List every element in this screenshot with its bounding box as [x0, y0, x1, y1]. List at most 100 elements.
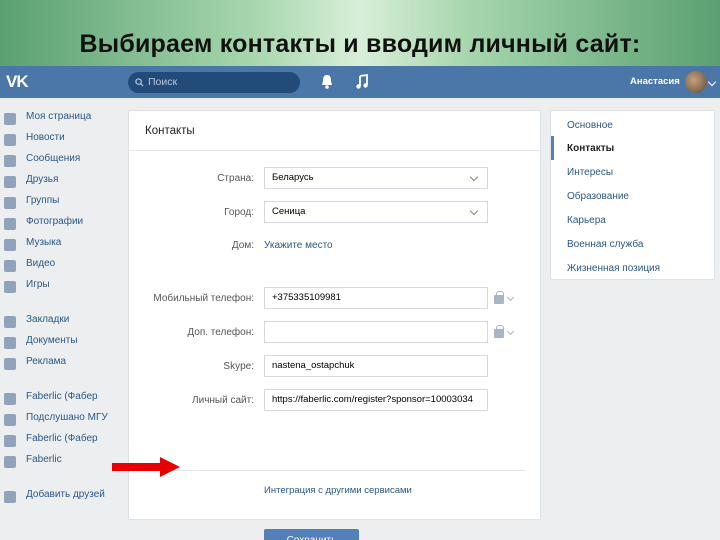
- sidebar-item-label: Музыка: [26, 237, 62, 248]
- home-place-link[interactable]: Укажите место: [264, 240, 333, 251]
- news-icon: [4, 134, 16, 146]
- sidebar-item-music[interactable]: Музыка: [0, 236, 120, 254]
- sidebar-item-label: Фотографии: [26, 216, 84, 227]
- nav-item-contacts[interactable]: Контакты: [567, 143, 614, 154]
- sidebar-item-add-friends[interactable]: Добавить друзей: [0, 488, 120, 506]
- country-label: Страна:: [217, 173, 254, 184]
- sidebar-item-community-3[interactable]: Faberlic (Фабер: [0, 432, 120, 450]
- chevron-down-icon[interactable]: [707, 77, 717, 87]
- group-icon: [4, 197, 16, 209]
- search-input[interactable]: Поиск: [128, 72, 300, 93]
- home-label: Дом:: [231, 240, 254, 251]
- sidebar-item-label: Документы: [26, 335, 78, 346]
- sidebar-item-photos[interactable]: Фотографии: [0, 215, 120, 233]
- sidebar-item-label: Faberlic: [26, 454, 62, 465]
- country-value: Беларусь: [272, 172, 314, 183]
- nav-item-interests[interactable]: Интересы: [567, 167, 613, 178]
- group-icon: [4, 435, 16, 447]
- chevron-down-icon[interactable]: [506, 327, 515, 336]
- group-icon: [4, 414, 16, 426]
- vk-logo[interactable]: VK: [6, 72, 34, 92]
- divider: [145, 470, 525, 471]
- sidebar-item-friends[interactable]: Друзья: [0, 173, 120, 191]
- sidebar-item-label: Faberlic (Фабер: [26, 433, 98, 444]
- sidebar-item-label: Подслушано МГУ: [26, 412, 108, 423]
- document-icon: [4, 337, 16, 349]
- group-icon: [4, 393, 16, 405]
- chevron-down-icon[interactable]: [506, 293, 515, 302]
- video-icon: [4, 260, 16, 272]
- sidebar-item-ads[interactable]: Реклама: [0, 355, 120, 373]
- country-select[interactable]: Беларусь: [264, 167, 488, 189]
- save-button[interactable]: Сохранить: [264, 529, 359, 540]
- settings-nav: Основное Контакты Интересы Образование К…: [550, 110, 715, 280]
- sidebar-item-community-1[interactable]: Faberlic (Фабер: [0, 390, 120, 408]
- sidebar-item-news[interactable]: Новости: [0, 131, 120, 149]
- card-title: Контакты: [145, 125, 195, 137]
- nav-item-career[interactable]: Карьера: [567, 215, 606, 226]
- sidebar-item-video[interactable]: Видео: [0, 257, 120, 275]
- sidebar-item-my-page[interactable]: Моя страница: [0, 110, 120, 128]
- divider: [129, 150, 540, 151]
- mobile-phone-input[interactable]: +375335109981: [264, 287, 488, 309]
- music-icon[interactable]: [355, 74, 369, 90]
- nav-item-military[interactable]: Военная служба: [567, 239, 643, 250]
- lock-icon[interactable]: [494, 291, 504, 304]
- apps-icon: [4, 491, 16, 503]
- city-value: Сеница: [272, 206, 306, 217]
- skype-input[interactable]: nastena_ostapchuk: [264, 355, 488, 377]
- slide-title: Выбираем контакты и вводим личный сайт:: [79, 30, 641, 58]
- sidebar-item-label: Моя страница: [26, 111, 92, 122]
- extra-phone-input[interactable]: [264, 321, 488, 343]
- home-icon: [4, 113, 16, 125]
- search-placeholder: Поиск: [148, 76, 178, 88]
- user-name[interactable]: Анастасия: [630, 76, 680, 87]
- nav-item-education[interactable]: Образование: [567, 191, 629, 202]
- mobile-label: Мобильный телефон:: [153, 293, 254, 304]
- sidebar-item-label: Закладки: [26, 314, 70, 325]
- extra-phone-label: Доп. телефон:: [187, 327, 254, 338]
- sidebar-item-label: Друзья: [26, 174, 59, 185]
- sidebar-item-label: Видео: [26, 258, 56, 269]
- sidebar-item-community-2[interactable]: Подслушано МГУ: [0, 411, 120, 429]
- pointer-arrow-icon: [112, 457, 180, 477]
- lock-icon[interactable]: [494, 325, 504, 338]
- camera-icon: [4, 218, 16, 230]
- sidebar-item-messages[interactable]: Сообщения: [0, 152, 120, 170]
- contacts-card: Контакты Страна: Беларусь Город: Сеница …: [128, 110, 541, 540]
- nav-item-main[interactable]: Основное: [567, 120, 613, 131]
- music-icon: [4, 239, 16, 251]
- user-icon: [4, 176, 16, 188]
- sidebar-item-community-4[interactable]: Faberlic: [0, 453, 120, 471]
- nav-item-life-position[interactable]: Жизненная позиция: [567, 263, 660, 274]
- integration-link[interactable]: Интеграция с другими сервисами: [264, 485, 412, 496]
- sidebar-item-label: Добавить друзей: [26, 489, 105, 500]
- skype-label: Skype:: [223, 361, 254, 372]
- chevron-down-icon: [469, 172, 479, 182]
- sidebar-item-groups[interactable]: Группы: [0, 194, 120, 212]
- avatar[interactable]: [685, 71, 707, 93]
- vk-screenshot: VK Поиск Анастасия Моя страница Новости …: [0, 66, 720, 540]
- sidebar-item-games[interactable]: Игры: [0, 278, 120, 296]
- sidebar-item-label: Игры: [26, 279, 50, 290]
- chevron-down-icon: [469, 206, 479, 216]
- personal-site-input[interactable]: https://faberlic.com/register?sponsor=10…: [264, 389, 488, 411]
- sidebar-item-bookmarks[interactable]: Закладки: [0, 313, 120, 331]
- bell-icon[interactable]: [320, 74, 334, 90]
- personal-site-label: Личный сайт:: [192, 395, 254, 406]
- sidebar-item-label: Новости: [26, 132, 65, 143]
- message-icon: [4, 155, 16, 167]
- ads-icon: [4, 358, 16, 370]
- sidebar-item-label: Группы: [26, 195, 60, 206]
- search-icon: [135, 78, 144, 87]
- star-icon: [4, 316, 16, 328]
- sidebar-item-documents[interactable]: Документы: [0, 334, 120, 352]
- group-icon: [4, 456, 16, 468]
- active-indicator: [551, 136, 554, 160]
- city-label: Город:: [224, 207, 254, 218]
- gamepad-icon: [4, 281, 16, 293]
- city-select[interactable]: Сеница: [264, 201, 488, 223]
- top-navigation-bar: VK Поиск Анастасия: [0, 66, 720, 98]
- sidebar-item-label: Faberlic (Фабер: [26, 391, 98, 402]
- sidebar-item-label: Сообщения: [26, 153, 81, 164]
